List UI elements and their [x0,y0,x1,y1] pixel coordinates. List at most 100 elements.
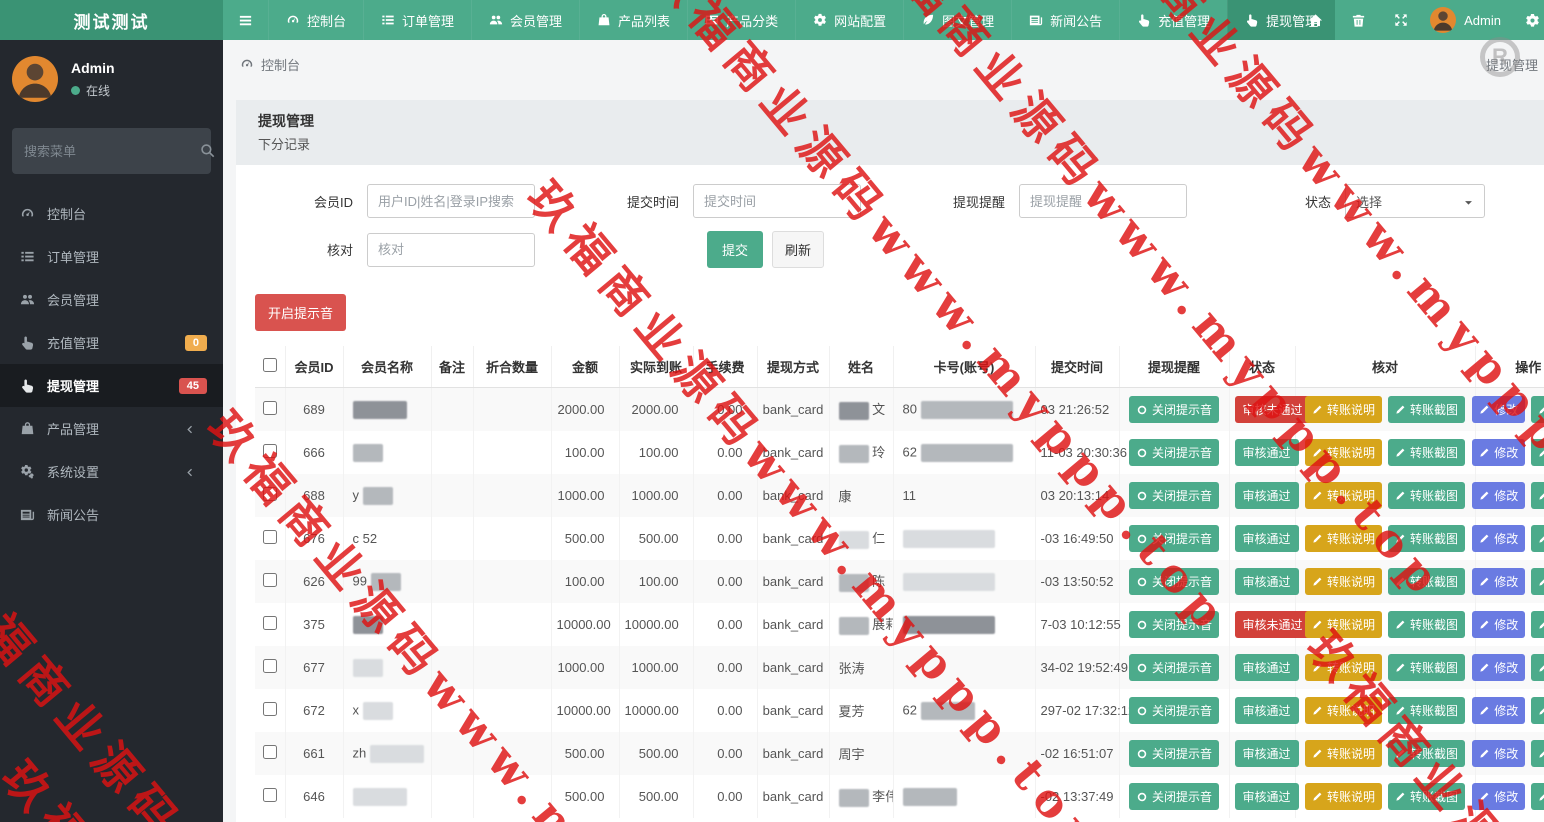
column-header[interactable]: 会员ID [284,346,343,388]
row-checkbox[interactable] [262,487,277,501]
brand-logo[interactable]: 测试测试 [0,0,223,40]
nav-item-content[interactable]: 图文管理 [903,0,1011,40]
modify-button[interactable]: 修改 [1472,482,1526,509]
close-sound-button[interactable]: 关闭提示音 [1128,697,1219,724]
modify-button[interactable]: 修改 [1472,740,1526,767]
row-checkbox[interactable] [262,659,277,673]
withdraw-remind-input[interactable] [1019,184,1187,218]
modify-button[interactable]: 修改 [1472,439,1526,466]
edit-button[interactable]: 编辑 [1531,396,1544,423]
close-sound-button[interactable]: 关闭提示音 [1128,525,1219,552]
row-checkbox[interactable] [262,530,277,544]
transfer-screenshot-button[interactable]: 转账截图 [1388,740,1466,767]
column-header[interactable]: 状态 [1228,346,1295,388]
transfer-note-button[interactable]: 转账说明 [1304,396,1382,423]
transfer-screenshot-button[interactable]: 转账截图 [1388,611,1466,638]
column-header[interactable]: 姓名 [828,346,893,388]
trash-button[interactable] [1337,0,1380,40]
menu-search-input[interactable] [24,143,200,159]
column-header[interactable]: 实际到账 [618,346,693,388]
nav-item-news[interactable]: 新闻公告 [1011,0,1119,40]
submit-time-input[interactable] [693,184,861,218]
close-sound-button[interactable]: 关闭提示音 [1128,783,1219,810]
column-header[interactable]: 操作 [1474,346,1544,388]
sidebar-item-console[interactable]: 控制台 [0,192,223,235]
select-all-checkbox[interactable] [262,358,277,372]
close-sound-button[interactable]: 关闭提示音 [1128,611,1219,638]
transfer-screenshot-button[interactable]: 转账截图 [1388,654,1466,681]
transfer-note-button[interactable]: 转账说明 [1304,740,1382,767]
sidebar-toggle-button[interactable] [223,0,268,40]
check-input[interactable] [367,232,535,267]
transfer-note-button[interactable]: 转账说明 [1304,568,1382,595]
transfer-note-button[interactable]: 转账说明 [1304,783,1382,810]
edit-button[interactable]: 编辑 [1531,482,1544,509]
row-checkbox[interactable] [262,444,277,458]
column-header[interactable]: 备注 [430,346,473,388]
nav-item-orders[interactable]: 订单管理 [363,0,471,40]
nav-item-product-categories[interactable]: 产品分类 [687,0,795,40]
nav-item-console[interactable]: 控制台 [268,0,363,40]
home-button[interactable] [1294,0,1337,40]
enable-sound-button[interactable]: 开启提示音 [255,294,347,331]
nav-item-product-list[interactable]: 产品列表 [579,0,687,40]
column-header[interactable]: 提现方式 [756,346,829,388]
status-select[interactable]: 选择 [1345,184,1485,218]
transfer-screenshot-button[interactable]: 转账截图 [1388,439,1466,466]
breadcrumb-left[interactable]: 控制台 [261,55,300,74]
close-sound-button[interactable]: 关闭提示音 [1128,482,1219,509]
modify-button[interactable]: 修改 [1472,783,1526,810]
row-checkbox[interactable] [262,702,277,716]
submit-button[interactable]: 提交 [707,231,764,268]
row-checkbox[interactable] [262,745,277,759]
transfer-screenshot-button[interactable]: 转账截图 [1388,396,1466,423]
edit-button[interactable]: 编辑 [1531,439,1544,466]
close-sound-button[interactable]: 关闭提示音 [1128,740,1219,767]
edit-button[interactable]: 编辑 [1531,697,1544,724]
row-checkbox[interactable] [262,401,277,415]
modify-button[interactable]: 修改 [1472,697,1526,724]
transfer-screenshot-button[interactable]: 转账截图 [1388,482,1466,509]
edit-button[interactable]: 编辑 [1531,740,1544,767]
row-checkbox[interactable] [262,573,277,587]
user-menu[interactable]: Admin [1422,7,1509,33]
modify-button[interactable]: 修改 [1472,568,1526,595]
close-sound-button[interactable]: 关闭提示音 [1128,568,1219,595]
edit-button[interactable]: 编辑 [1531,783,1544,810]
modify-button[interactable]: 修改 [1472,611,1526,638]
transfer-screenshot-button[interactable]: 转账截图 [1388,783,1466,810]
close-sound-button[interactable]: 关闭提示音 [1128,654,1219,681]
column-header[interactable]: 金额 [550,346,619,388]
sidebar-item-members[interactable]: 会员管理 [0,278,223,321]
refresh-button[interactable]: 刷新 [772,231,825,268]
transfer-note-button[interactable]: 转账说明 [1304,611,1382,638]
modify-button[interactable]: 修改 [1472,396,1526,423]
column-header[interactable]: 手续费 [692,346,757,388]
edit-button[interactable]: 编辑 [1531,525,1544,552]
sidebar-item-withdraw[interactable]: 提现管理 45 [0,364,223,407]
modify-button[interactable]: 修改 [1472,525,1526,552]
row-checkbox[interactable] [262,788,277,802]
modify-button[interactable]: 修改 [1472,654,1526,681]
close-sound-button[interactable]: 关闭提示音 [1128,439,1219,466]
transfer-note-button[interactable]: 转账说明 [1304,482,1382,509]
edit-button[interactable]: 编辑 [1531,654,1544,681]
transfer-screenshot-button[interactable]: 转账截图 [1388,525,1466,552]
row-checkbox[interactable] [262,616,277,630]
nav-item-site-config[interactable]: 网站配置 [795,0,903,40]
edit-button[interactable]: 编辑 [1531,611,1544,638]
sidebar-item-products[interactable]: 产品管理 [0,407,223,450]
nav-item-members[interactable]: 会员管理 [471,0,579,40]
sidebar-item-news[interactable]: 新闻公告 [0,493,223,536]
sidebar-item-settings[interactable]: 系统设置 [0,450,223,493]
transfer-note-button[interactable]: 转账说明 [1304,654,1382,681]
column-header[interactable]: 提现提醒 [1118,346,1229,388]
settings-gear-button[interactable] [1509,13,1544,28]
transfer-screenshot-button[interactable]: 转账截图 [1388,697,1466,724]
column-header[interactable]: 会员名称 [342,346,431,388]
sidebar-item-orders[interactable]: 订单管理 [0,235,223,278]
column-header[interactable]: 折合数量 [472,346,551,388]
column-header[interactable]: 提交时间 [1034,346,1119,388]
transfer-note-button[interactable]: 转账说明 [1304,697,1382,724]
transfer-screenshot-button[interactable]: 转账截图 [1388,568,1466,595]
